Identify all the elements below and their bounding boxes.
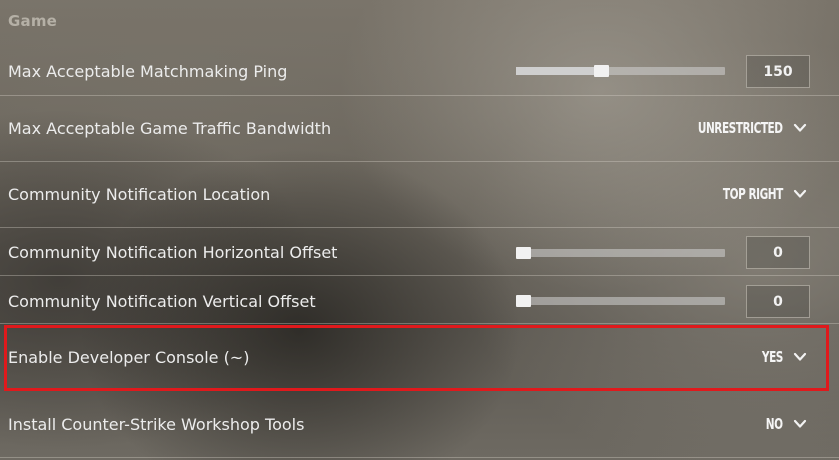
horizontal-offset-value-field[interactable]: 0	[746, 236, 810, 269]
horizontal-offset-slider[interactable]	[516, 247, 725, 259]
matchmaking-ping-slider[interactable]	[516, 65, 725, 77]
section-title: Game	[8, 12, 58, 30]
dropdown-value: UNRESTRICTED	[698, 119, 783, 137]
setting-row-traffic-bandwidth: Max Acceptable Game Traffic Bandwidth UN…	[0, 96, 839, 162]
matchmaking-ping-value-field[interactable]: 150	[746, 55, 810, 88]
setting-row-matchmaking-ping: Max Acceptable Matchmaking Ping 150	[0, 48, 839, 96]
chevron-down-icon	[793, 419, 807, 428]
setting-label: Community Notification Vertical Offset	[8, 292, 316, 311]
dropdown-value: TOP RIGHT	[723, 185, 783, 203]
slider-handle[interactable]	[516, 247, 531, 259]
setting-label: Community Notification Horizontal Offset	[8, 243, 338, 262]
highlight-box	[4, 325, 829, 391]
workshop-tools-dropdown[interactable]: NO	[761, 415, 807, 433]
chevron-down-icon	[793, 189, 807, 198]
slider-fill	[516, 67, 594, 75]
setting-row-horizontal-offset: Community Notification Horizontal Offset…	[0, 228, 839, 276]
settings-panel: Game Max Acceptable Matchmaking Ping 150…	[0, 0, 839, 460]
setting-label: Max Acceptable Game Traffic Bandwidth	[8, 119, 332, 138]
setting-row-vertical-offset: Community Notification Vertical Offset 0	[0, 276, 839, 324]
chevron-down-icon	[793, 123, 807, 132]
setting-row-workshop-tools: Install Counter-Strike Workshop Tools NO	[0, 392, 839, 458]
setting-label: Community Notification Location	[8, 185, 271, 204]
slider-handle[interactable]	[516, 295, 531, 307]
setting-row-notification-location: Community Notification Location TOP RIGH…	[0, 162, 839, 228]
notification-location-dropdown[interactable]: TOP RIGHT	[706, 185, 807, 203]
vertical-offset-slider[interactable]	[516, 295, 725, 307]
dropdown-value: NO	[766, 415, 783, 433]
slider-handle[interactable]	[594, 65, 609, 77]
setting-label: Install Counter-Strike Workshop Tools	[8, 415, 305, 434]
vertical-offset-value-field[interactable]: 0	[746, 285, 810, 318]
setting-label: Max Acceptable Matchmaking Ping	[8, 62, 288, 81]
traffic-bandwidth-dropdown[interactable]: UNRESTRICTED	[674, 119, 807, 137]
